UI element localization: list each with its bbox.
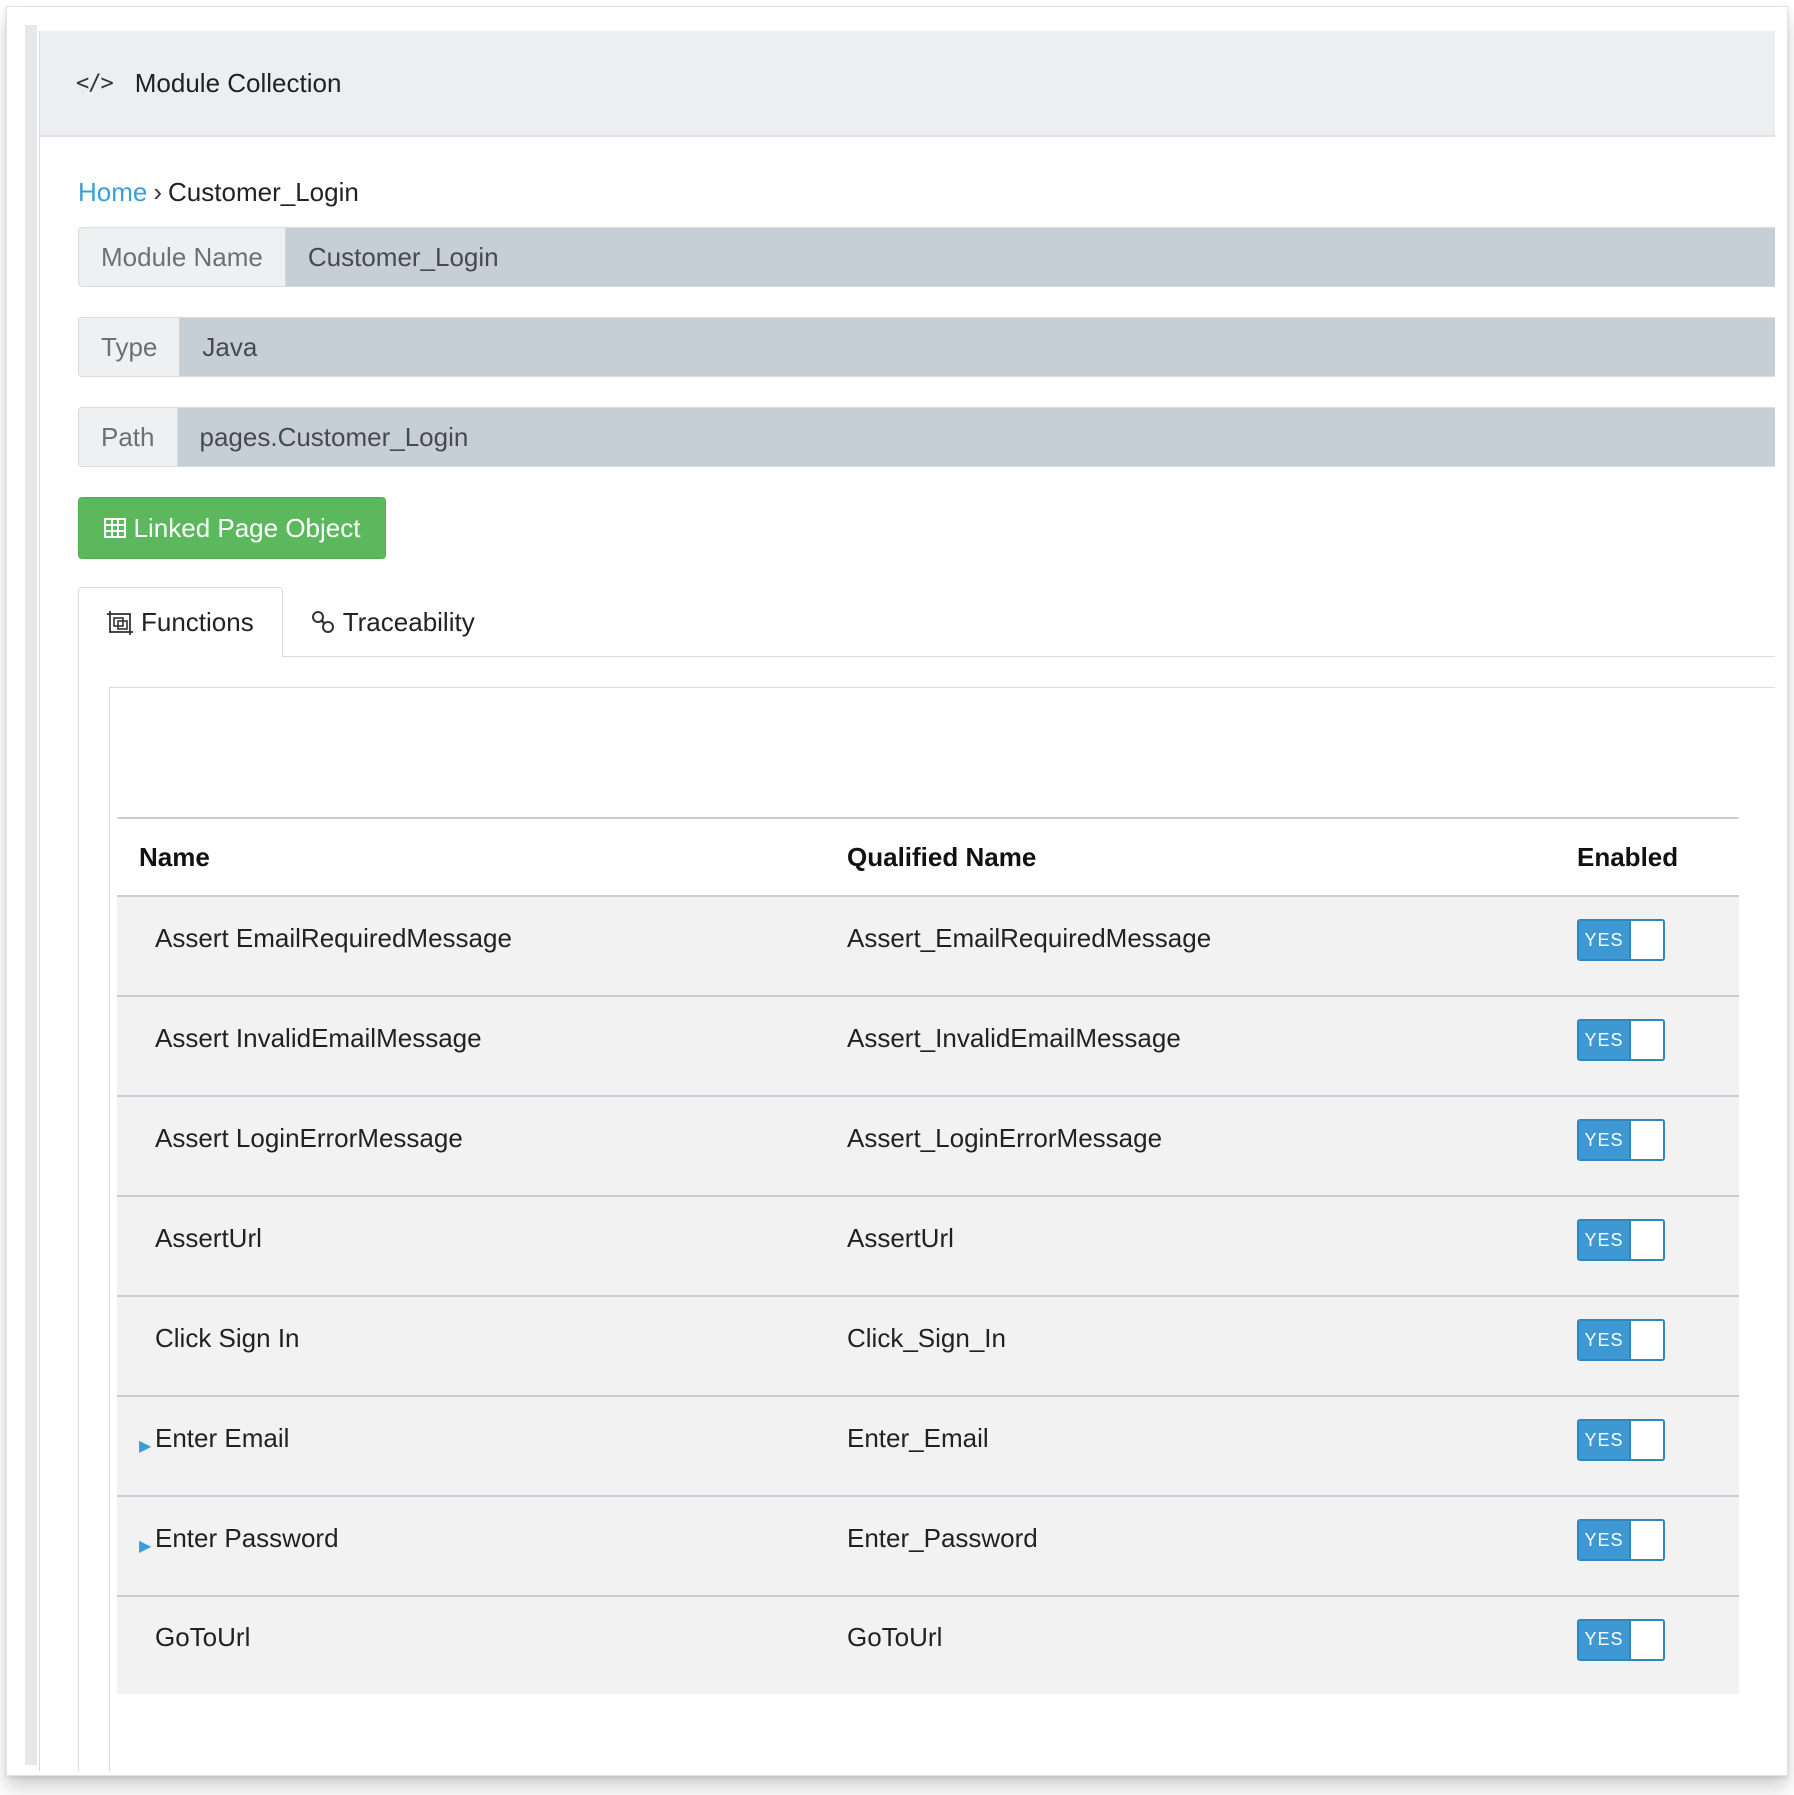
function-qualified-name: AssertUrl <box>847 1222 954 1253</box>
panel-title: Module Collection <box>134 67 342 98</box>
screenshot-frame: </> Module Collection Home › Customer_Lo… <box>6 6 1788 1776</box>
table-row[interactable]: ▶ Enter Password Enter_Password YES <box>117 1496 1739 1597</box>
function-qualified-name: Enter_Email <box>847 1422 989 1453</box>
functions-tab-pane: Name Qualified Name Enabled Assert Email… <box>78 657 1775 1771</box>
expand-caret-icon[interactable]: ▶ <box>139 1436 151 1456</box>
table-row[interactable]: AssertUrl AssertUrl YES <box>117 1196 1739 1297</box>
module-name-value[interactable]: Customer_Login <box>285 228 1775 286</box>
toggle-on-label: YES <box>1579 1321 1629 1359</box>
toggle-knob <box>1629 921 1663 959</box>
column-header-enabled[interactable]: Enabled <box>1577 817 1739 897</box>
toggle-knob <box>1629 1421 1663 1459</box>
toggle-knob <box>1629 1021 1663 1059</box>
module-panel: </> Module Collection Home › Customer_Lo… <box>39 31 1775 1771</box>
breadcrumb: Home › Customer_Login <box>78 175 1775 209</box>
tab-functions-label: Functions <box>141 607 254 637</box>
toggle-knob <box>1629 1121 1663 1159</box>
outer-panel-edge <box>25 25 37 1765</box>
panel-header: </> Module Collection <box>40 31 1775 137</box>
tab-traceability[interactable]: Traceability <box>283 587 503 657</box>
function-qualified-name: Assert_EmailRequiredMessage <box>847 922 1212 953</box>
table-row[interactable]: Assert EmailRequiredMessage Assert_Email… <box>117 896 1739 997</box>
path-value[interactable]: pages.Customer_Login <box>177 408 1775 466</box>
code-icon: </> <box>76 70 114 96</box>
function-qualified-name: Click_Sign_In <box>847 1322 1006 1353</box>
function-qualified-name: Enter_Password <box>847 1522 1038 1553</box>
path-field: Path pages.Customer_Login <box>78 407 1775 467</box>
functions-icon <box>107 610 133 635</box>
expand-caret-icon[interactable]: ▶ <box>139 1536 151 1556</box>
type-value[interactable]: Java <box>180 318 1775 376</box>
function-name: Enter Password <box>155 1522 339 1553</box>
toggle-on-label: YES <box>1579 1620 1629 1659</box>
tab-functions[interactable]: Functions <box>78 587 283 658</box>
breadcrumb-home-link[interactable]: Home <box>78 177 147 208</box>
toggle-on-label: YES <box>1579 921 1629 959</box>
function-name: Enter Email <box>155 1422 290 1453</box>
toggle-on-label: YES <box>1579 1021 1629 1059</box>
module-name-label: Module Name <box>79 228 286 286</box>
tab-bar: Functions Traceability <box>78 587 1775 658</box>
table-row[interactable]: Assert InvalidEmailMessage Assert_Invali… <box>117 996 1739 1097</box>
enabled-toggle[interactable]: YES <box>1577 1419 1665 1461</box>
enabled-toggle[interactable]: YES <box>1577 1519 1665 1561</box>
function-name: Assert EmailRequiredMessage <box>155 922 512 953</box>
toggle-on-label: YES <box>1579 1521 1629 1559</box>
linked-page-object-button[interactable]: Linked Page Object <box>78 497 386 559</box>
enabled-toggle[interactable]: YES <box>1577 1618 1665 1661</box>
function-name: Click Sign In <box>155 1322 300 1353</box>
column-header-name[interactable]: Name <box>117 817 847 897</box>
path-label: Path <box>79 408 178 466</box>
link-icon <box>311 611 334 633</box>
linked-page-object-label: Linked Page Object <box>133 512 361 543</box>
panel-content: Home › Customer_Login Module Name Custom… <box>78 137 1775 1771</box>
table-icon <box>103 518 126 538</box>
function-qualified-name: Assert_InvalidEmailMessage <box>847 1022 1181 1053</box>
toggle-knob <box>1629 1321 1663 1359</box>
table-header-row: Name Qualified Name Enabled <box>117 817 1739 897</box>
enabled-toggle[interactable]: YES <box>1577 1219 1665 1261</box>
toggle-on-label: YES <box>1579 1421 1629 1459</box>
table-row[interactable]: GoToUrl GoToUrl YES <box>117 1596 1739 1694</box>
function-qualified-name: Assert_LoginErrorMessage <box>847 1122 1163 1153</box>
tab-traceability-label: Traceability <box>342 606 475 637</box>
type-field: Type Java <box>78 317 1775 377</box>
toggle-on-label: YES <box>1579 1221 1629 1259</box>
table-row[interactable]: Assert LoginErrorMessage Assert_LoginErr… <box>117 1096 1739 1197</box>
toggle-knob <box>1629 1521 1663 1559</box>
type-label: Type <box>79 318 181 376</box>
function-name: GoToUrl <box>155 1622 251 1652</box>
column-header-qualified-name[interactable]: Qualified Name <box>847 817 1577 897</box>
functions-table: Name Qualified Name Enabled Assert Email… <box>117 817 1739 1694</box>
breadcrumb-current: Customer_Login <box>168 176 359 207</box>
table-row[interactable]: ▶ Enter Email Enter_Email YES <box>117 1396 1739 1497</box>
function-name: Assert LoginErrorMessage <box>155 1122 463 1153</box>
table-row[interactable]: Click Sign In Click_Sign_In YES <box>117 1296 1739 1397</box>
function-name: AssertUrl <box>155 1222 262 1253</box>
toggle-on-label: YES <box>1579 1121 1629 1159</box>
enabled-toggle[interactable]: YES <box>1577 1019 1665 1061</box>
function-qualified-name: GoToUrl <box>847 1622 943 1652</box>
module-name-field: Module Name Customer_Login <box>78 227 1775 287</box>
enabled-toggle[interactable]: YES <box>1577 919 1665 961</box>
enabled-toggle[interactable]: YES <box>1577 1319 1665 1361</box>
enabled-toggle[interactable]: YES <box>1577 1119 1665 1161</box>
toggle-knob <box>1629 1221 1663 1259</box>
function-name: Assert InvalidEmailMessage <box>155 1022 482 1053</box>
toggle-knob <box>1629 1620 1663 1659</box>
breadcrumb-separator: › <box>153 176 163 207</box>
